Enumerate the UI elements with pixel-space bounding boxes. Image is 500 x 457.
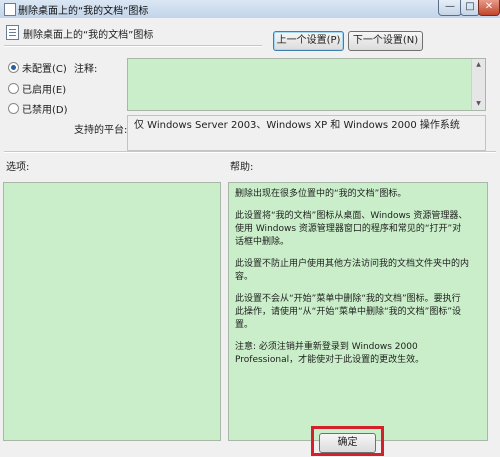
comment-label: 注释: [74, 64, 98, 75]
options-label: 选项: [6, 162, 30, 173]
supported-platform-value: 仅 Windows Server 2003、Windows XP 和 Windo… [127, 115, 486, 151]
radio-label: 未配置(C) [22, 64, 67, 75]
window-title: 删除桌面上的“我的文档”图标 [18, 6, 149, 17]
help-paragraph: 此设置不防止用户使用其他方法访问我的文档文件夹中的内容。 [235, 259, 470, 282]
close-button[interactable]: ✕ [478, 0, 500, 16]
supported-platform-label: 支持的平台: [74, 125, 128, 136]
close-icon: ✕ [484, 1, 494, 12]
help-paragraph: 删除出现在很多位置中的“我的文档”图标。 [235, 189, 407, 199]
help-paragraph: 此设置不会从“开始”菜单中删除“我的文档”图标。要执行此操作，请使用“从“开始”… [235, 294, 461, 330]
scroll-up-icon[interactable]: ▲ [472, 59, 485, 71]
help-paragraph: 此设置将“我的文档”图标从桌面、Windows 资源管理器、使用 Windows… [235, 211, 468, 247]
radio-unselected-icon [8, 103, 19, 114]
ok-button-highlight [311, 426, 384, 456]
minimize-button[interactable]: — [438, 0, 462, 16]
policy-setting-icon [6, 25, 19, 40]
radio-label: 已启用(E) [22, 85, 67, 96]
pane-divider [4, 151, 496, 153]
minimize-icon: — [445, 1, 455, 12]
header-divider [4, 45, 262, 47]
radio-label: 已禁用(D) [22, 105, 68, 116]
platform-text: 仅 Windows Server 2003、Windows XP 和 Windo… [134, 120, 460, 131]
setting-title: 删除桌面上的“我的文档”图标 [23, 30, 154, 41]
options-pane [3, 182, 221, 441]
help-pane: 删除出现在很多位置中的“我的文档”图标。 此设置将“我的文档”图标从桌面、Win… [228, 182, 488, 441]
comment-input[interactable]: ▲ ▼ [127, 58, 486, 111]
maximize-button[interactable]: □ [460, 0, 480, 16]
scroll-down-icon[interactable]: ▼ [472, 98, 485, 110]
radio-unselected-icon [8, 83, 19, 94]
maximize-icon: □ [465, 1, 475, 12]
previous-setting-button[interactable]: 上一个设置(P) [273, 31, 344, 51]
title-bar: 删除桌面上的“我的文档”图标 — □ ✕ [0, 0, 500, 18]
next-setting-button[interactable]: 下一个设置(N) [348, 31, 423, 51]
help-paragraph: 注意: 必须注销并重新登录到 Windows 2000 Professional… [235, 342, 425, 365]
policy-document-icon [4, 3, 16, 16]
comment-scrollbar[interactable]: ▲ ▼ [471, 59, 485, 110]
dialog-body: 删除桌面上的“我的文档”图标 上一个设置(P) 下一个设置(N) 未配置(C) … [0, 18, 500, 457]
radio-selected-icon [8, 62, 19, 73]
help-label: 帮助: [230, 162, 254, 173]
